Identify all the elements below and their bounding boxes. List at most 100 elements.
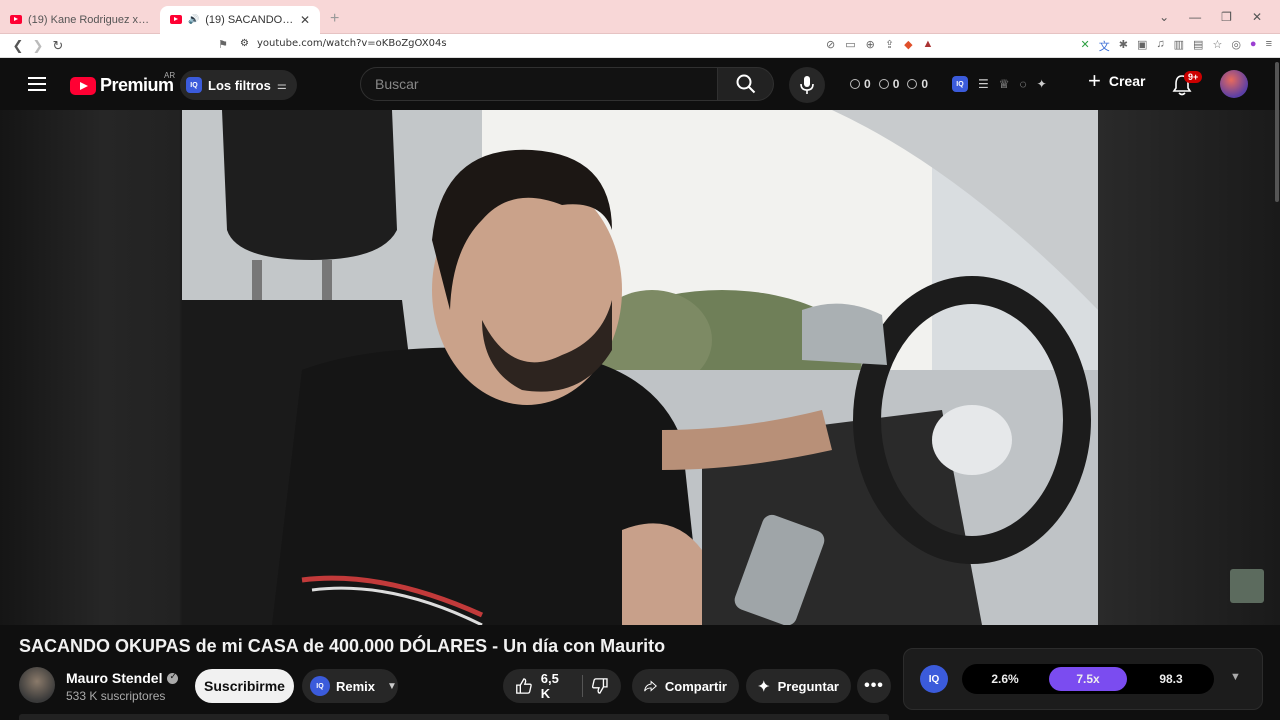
page-scrollbar[interactable] xyxy=(1275,62,1279,202)
screenshot-icon[interactable]: ▣ xyxy=(1137,38,1147,54)
iq-icon: IQ xyxy=(186,77,202,93)
brand-label: Premium xyxy=(100,75,174,95)
list-icon[interactable]: ☰ xyxy=(978,77,989,91)
vpn-icon[interactable]: ◎ xyxy=(1231,38,1241,54)
extension-counters: 0 0 0 xyxy=(850,77,928,91)
chevron-down-icon[interactable]: ▼ xyxy=(387,681,397,692)
translate-icon[interactable]: 文 xyxy=(1099,38,1110,54)
subscribe-button[interactable]: Suscribirme xyxy=(195,669,294,703)
reload-button[interactable]: ↻ xyxy=(48,38,68,54)
channel-avatar[interactable] xyxy=(19,667,55,703)
like-dislike-group: 6,5 K xyxy=(503,669,621,703)
more-actions-button[interactable]: ••• xyxy=(857,669,891,703)
iq-icon[interactable]: IQ xyxy=(952,76,968,92)
share-arrow-icon xyxy=(644,680,657,692)
wallet-icon[interactable]: ▤ xyxy=(1193,38,1203,54)
remix-button[interactable]: IQ Remix ▼ xyxy=(302,669,398,703)
puzzle-icon[interactable]: ✱ xyxy=(1119,38,1128,54)
iq-stats: 2.6% 7.5x 98.3 xyxy=(962,664,1214,694)
share-label: Compartir xyxy=(664,678,727,694)
thumbs-down-icon[interactable] xyxy=(591,676,609,696)
share-icon[interactable]: ⇪ xyxy=(885,38,894,51)
search-button[interactable] xyxy=(718,67,774,101)
iq-stat-value-active[interactable]: 7.5x xyxy=(1049,667,1127,691)
ask-label: Preguntar xyxy=(777,678,839,694)
browser-tab-active[interactable]: 🔊 (19) SACANDO OKUPAS de mi CASA ✕ xyxy=(160,5,320,34)
youtube-favicon-icon xyxy=(10,15,22,24)
more-dots-icon: ••• xyxy=(864,677,884,694)
iq-logo-icon[interactable]: IQ xyxy=(920,665,948,693)
site-info-icon[interactable]: ⚙ xyxy=(240,38,249,49)
address-bar: ❮ ❯ ↻ ⚑ ⚙ youtube.com/watch?v=oKBoZgOX04… xyxy=(0,34,1280,58)
counter-item[interactable]: 0 xyxy=(850,77,871,91)
zoom-icon[interactable]: ⊕ xyxy=(866,38,875,51)
address-actions: ⊘ ▭ ⊕ ⇪ ◆ ▲ xyxy=(826,38,933,51)
speaker-icon: 🔊 xyxy=(188,14,200,24)
sparkle-icon[interactable]: ✦ xyxy=(1037,77,1047,91)
search-box xyxy=(360,67,718,101)
channel-name-label: Mauro Stendel xyxy=(66,670,163,686)
counter-value: 0 xyxy=(864,77,871,91)
mute-icon[interactable]: ⊘ xyxy=(826,38,835,51)
menu-icon[interactable] xyxy=(28,77,46,91)
restore-button[interactable]: ❐ xyxy=(1221,10,1232,24)
minimize-button[interactable]: — xyxy=(1189,10,1201,24)
like-count[interactable]: 6,5 K xyxy=(541,671,569,701)
forward-button[interactable]: ❯ xyxy=(28,38,48,54)
thumbs-up-icon[interactable] xyxy=(515,676,533,696)
music-icon[interactable]: ♫ xyxy=(1156,38,1164,54)
extensions-bar: ✕ 文 ✱ ▣ ♫ ▥ ▤ ☆ ◎ ● ≡ xyxy=(1081,38,1272,54)
iq-stats-panel: IQ 2.6% 7.5x 98.3 ▼ xyxy=(903,648,1263,710)
url-field[interactable]: ⚙ youtube.com/watch?v=oKBoZgOX04s xyxy=(240,38,447,49)
leo-icon[interactable]: ● xyxy=(1250,38,1257,54)
brave-shield-icon[interactable]: ◆ xyxy=(904,38,912,51)
chevron-down-icon[interactable]: ▼ xyxy=(1230,671,1241,683)
country-code: AR xyxy=(164,71,176,80)
channel-watermark[interactable] xyxy=(1230,569,1264,603)
voice-search-button[interactable] xyxy=(789,67,825,103)
video-frame[interactable] xyxy=(182,110,1098,625)
browser-tab[interactable]: (19) Kane Rodriguez x Juan Freer - P xyxy=(0,6,160,34)
create-label: Crear xyxy=(1108,73,1146,89)
chat-icon[interactable]: ◌ xyxy=(1020,77,1027,91)
filters-label: Los filtros xyxy=(208,77,271,93)
bookmark-icon[interactable]: ⚑ xyxy=(218,38,228,51)
microphone-icon xyxy=(800,76,814,94)
close-tab-icon[interactable]: ✕ xyxy=(300,13,310,27)
browser-tabbar: (19) Kane Rodriguez x Juan Freer - P 🔊 (… xyxy=(0,0,1280,34)
cast-icon[interactable]: ▭ xyxy=(845,38,855,51)
back-button[interactable]: ❮ xyxy=(8,38,28,54)
channel-name[interactable]: Mauro Stendel xyxy=(66,670,179,686)
video-scene-image xyxy=(182,110,1098,625)
ask-button[interactable]: Preguntar xyxy=(746,669,851,703)
counter-item[interactable]: 0 xyxy=(878,77,899,91)
search-input[interactable] xyxy=(375,76,717,92)
filters-button[interactable]: IQ Los filtros ⚌ xyxy=(180,70,297,100)
iq-stat-value[interactable]: 98.3 xyxy=(1132,667,1210,691)
user-avatar[interactable] xyxy=(1220,70,1248,98)
youtube-play-icon xyxy=(70,76,96,95)
new-tab-button[interactable]: + xyxy=(330,10,339,28)
tab-title: (19) SACANDO OKUPAS de mi CASA xyxy=(205,13,294,26)
tab-title: (19) Kane Rodriguez x Juan Freer - P xyxy=(28,13,150,26)
star-icon[interactable]: ☆ xyxy=(1212,38,1222,54)
counter-value: 0 xyxy=(921,77,929,91)
description-box-edge xyxy=(19,714,889,720)
close-window-button[interactable]: ✕ xyxy=(1252,10,1262,24)
clock-icon xyxy=(850,79,860,89)
menu-icon[interactable]: ≡ xyxy=(1266,38,1272,54)
rewards-icon[interactable]: ▲ xyxy=(923,38,934,51)
extension-icon[interactable]: ✕ xyxy=(1081,38,1090,54)
create-button[interactable]: + Crear xyxy=(1088,70,1145,92)
youtube-header: Premium AR IQ Los filtros ⚌ 0 0 0 IQ ☰ ♕… xyxy=(0,58,1280,110)
counter-item[interactable]: 0 xyxy=(907,77,928,91)
sliders-icon: ⚌ xyxy=(276,79,287,92)
trophy-icon[interactable]: ♕ xyxy=(999,77,1010,91)
video-player[interactable] xyxy=(0,110,1280,625)
youtube-premium-logo[interactable]: Premium AR xyxy=(70,71,175,96)
share-button[interactable]: Compartir xyxy=(632,669,739,703)
subscriber-count: 533 K suscriptores xyxy=(66,689,166,703)
sidebar-icon[interactable]: ▥ xyxy=(1174,38,1184,54)
tab-search-icon[interactable]: ⌄ xyxy=(1159,10,1169,24)
iq-stat-value[interactable]: 2.6% xyxy=(966,667,1044,691)
